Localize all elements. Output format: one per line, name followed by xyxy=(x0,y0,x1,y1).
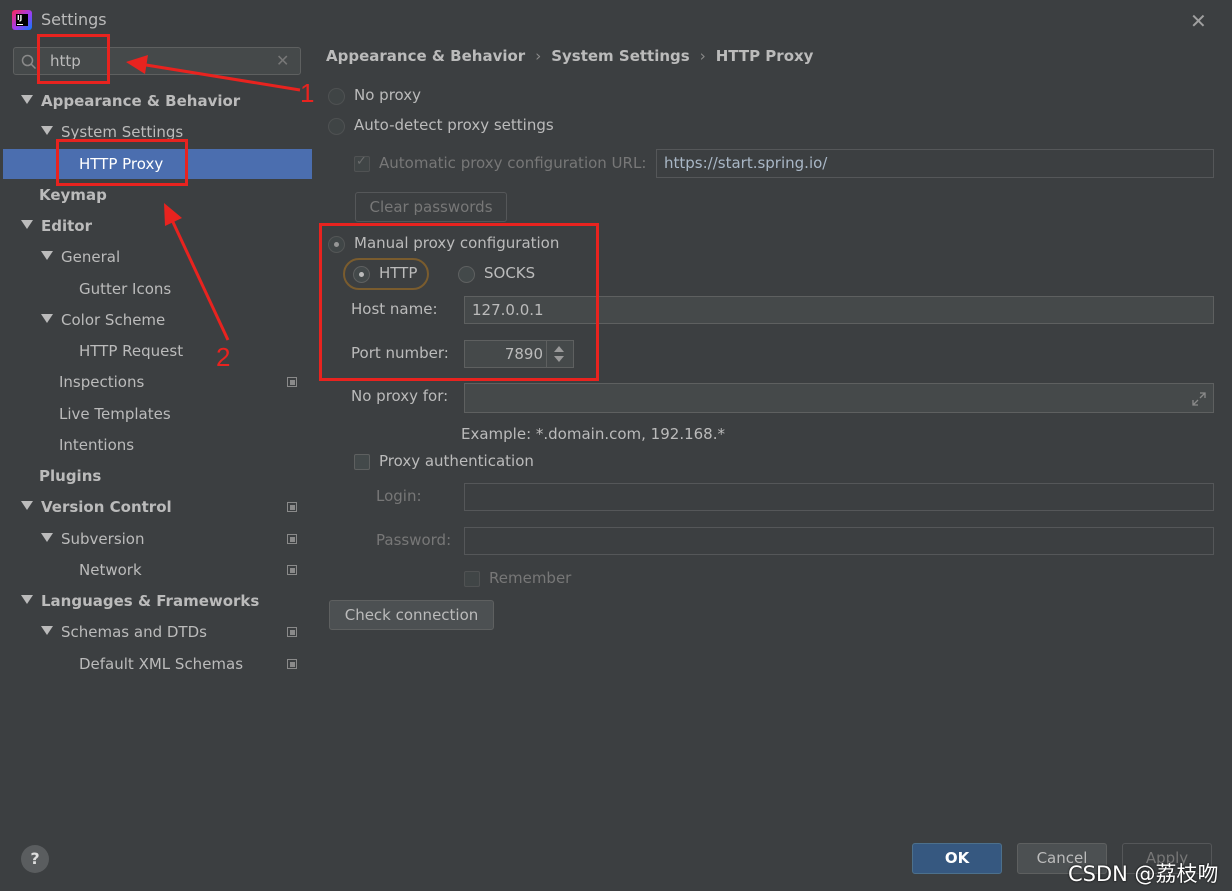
project-settings-icon xyxy=(287,534,297,544)
remember-label: Remember xyxy=(489,569,572,587)
proxy-authentication-checkbox[interactable] xyxy=(354,454,370,470)
breadcrumb-item[interactable]: System Settings xyxy=(551,47,690,65)
sidebar-item-label: Network xyxy=(79,561,142,579)
sidebar-item-network[interactable]: Network xyxy=(79,555,142,585)
project-settings-icon xyxy=(287,659,297,669)
help-icon[interactable]: ? xyxy=(21,845,49,873)
sidebar-item-color-scheme[interactable]: Color Scheme xyxy=(41,305,165,335)
sidebar-item-label: Appearance & Behavior xyxy=(41,92,241,110)
sidebar-item-label: Color Scheme xyxy=(61,311,166,329)
sidebar-item-label: Subversion xyxy=(61,530,145,548)
auto-config-url-checkbox[interactable] xyxy=(354,154,370,172)
sidebar-item-label: Plugins xyxy=(39,467,102,485)
chevron-right-icon: › xyxy=(535,47,542,65)
sidebar-item-languages-frameworks[interactable]: Languages & Frameworks xyxy=(21,586,259,616)
sidebar-item-label: Version Control xyxy=(41,498,172,516)
sidebar-item-http-request[interactable]: HTTP Request xyxy=(79,336,183,366)
sidebar-item-inspections[interactable]: Inspections xyxy=(59,367,144,397)
auto-config-url-field[interactable]: https://start.spring.io/ xyxy=(656,149,1214,178)
sidebar-item-general[interactable]: General xyxy=(41,242,120,272)
sidebar-item-intentions[interactable]: Intentions xyxy=(59,430,134,460)
sidebar-item-label: Languages & Frameworks xyxy=(41,592,260,610)
sidebar-item-label: Default XML Schemas xyxy=(79,655,244,673)
sidebar-item-plugins[interactable]: Plugins xyxy=(39,461,101,491)
chevron-down-icon xyxy=(41,626,53,635)
search-icon xyxy=(21,54,37,70)
no-proxy-radio[interactable] xyxy=(328,88,345,105)
annotation-number-1: 1 xyxy=(300,78,315,108)
check-connection-button[interactable]: Check connection xyxy=(329,600,494,630)
window-title: Settings xyxy=(41,10,107,29)
sidebar-item-default-xml-schemas[interactable]: Default XML Schemas xyxy=(79,649,243,679)
project-settings-icon xyxy=(287,502,297,512)
project-settings-icon xyxy=(287,565,297,575)
sidebar-item-label: Schemas and DTDs xyxy=(61,623,207,641)
sidebar-item-appearance-behavior[interactable]: Appearance & Behavior xyxy=(21,86,311,116)
example-hint: Example: *.domain.com, 192.168.* xyxy=(461,425,725,443)
chevron-down-icon xyxy=(21,95,33,104)
proxy-authentication-label: Proxy authentication xyxy=(379,452,534,470)
chevron-down-icon xyxy=(21,501,33,510)
sidebar-item-label: Inspections xyxy=(59,373,145,391)
chevron-down-icon xyxy=(21,595,33,604)
watermark: CSDN @荔枝吻 xyxy=(1068,862,1219,886)
project-settings-icon xyxy=(287,627,297,637)
sidebar-item-label: Gutter Icons xyxy=(79,280,172,298)
sidebar-item-label: HTTP Request xyxy=(79,342,184,360)
annotation-box-http-proxy xyxy=(56,139,188,186)
breadcrumb-item[interactable]: Appearance & Behavior xyxy=(326,47,525,65)
chevron-right-icon: › xyxy=(699,47,706,65)
no-proxy-label: No proxy xyxy=(354,86,421,104)
password-label: Password: xyxy=(376,531,452,549)
sidebar-item-gutter-icons[interactable]: Gutter Icons xyxy=(79,274,171,304)
clear-passwords-button[interactable]: Clear passwords xyxy=(355,192,507,222)
auto-detect-label: Auto-detect proxy settings xyxy=(354,116,554,134)
title-bar xyxy=(0,0,1232,40)
remember-checkbox[interactable] xyxy=(464,571,480,587)
sidebar-item-label: Editor xyxy=(41,217,92,235)
annotation-number-2: 2 xyxy=(216,342,231,372)
annotation-box-manual-proxy xyxy=(319,223,599,381)
auto-config-url-label: Automatic proxy configuration URL: xyxy=(379,154,647,172)
intellij-logo-icon: IJ xyxy=(12,10,32,30)
chevron-down-icon xyxy=(21,220,33,229)
sidebar-item-version-control[interactable]: Version Control xyxy=(21,492,172,522)
sidebar-item-subversion[interactable]: Subversion xyxy=(41,524,145,554)
breadcrumb: Appearance & Behavior › System Settings › HT… xyxy=(326,47,813,65)
login-field[interactable] xyxy=(464,483,1214,511)
sidebar-item-label: Live Templates xyxy=(59,405,171,423)
chevron-down-icon xyxy=(41,251,53,260)
no-proxy-for-field[interactable] xyxy=(464,383,1214,413)
sidebar-item-label: Keymap xyxy=(39,186,107,204)
sidebar-item-live-templates[interactable]: Live Templates xyxy=(59,399,171,429)
sidebar-item-schemas-dtds[interactable]: Schemas and DTDs xyxy=(41,617,207,647)
breadcrumb-item: HTTP Proxy xyxy=(715,47,814,65)
password-field[interactable] xyxy=(464,527,1214,555)
project-settings-icon xyxy=(287,377,297,387)
no-proxy-for-label: No proxy for: xyxy=(351,387,449,405)
ok-button[interactable]: OK xyxy=(912,843,1002,874)
chevron-down-icon xyxy=(41,126,53,135)
clear-search-icon[interactable]: ✕ xyxy=(276,51,289,70)
sidebar-item-label: Intentions xyxy=(59,436,135,454)
auto-detect-radio[interactable] xyxy=(328,118,345,135)
close-icon[interactable]: ✕ xyxy=(1190,9,1207,33)
sidebar-item-label: General xyxy=(61,248,121,266)
annotation-box-search xyxy=(37,34,110,84)
chevron-down-icon xyxy=(41,314,53,323)
chevron-down-icon xyxy=(41,533,53,542)
login-label: Login: xyxy=(376,487,422,505)
sidebar-item-editor[interactable]: Editor xyxy=(21,211,92,241)
expand-icon[interactable] xyxy=(1191,391,1207,407)
